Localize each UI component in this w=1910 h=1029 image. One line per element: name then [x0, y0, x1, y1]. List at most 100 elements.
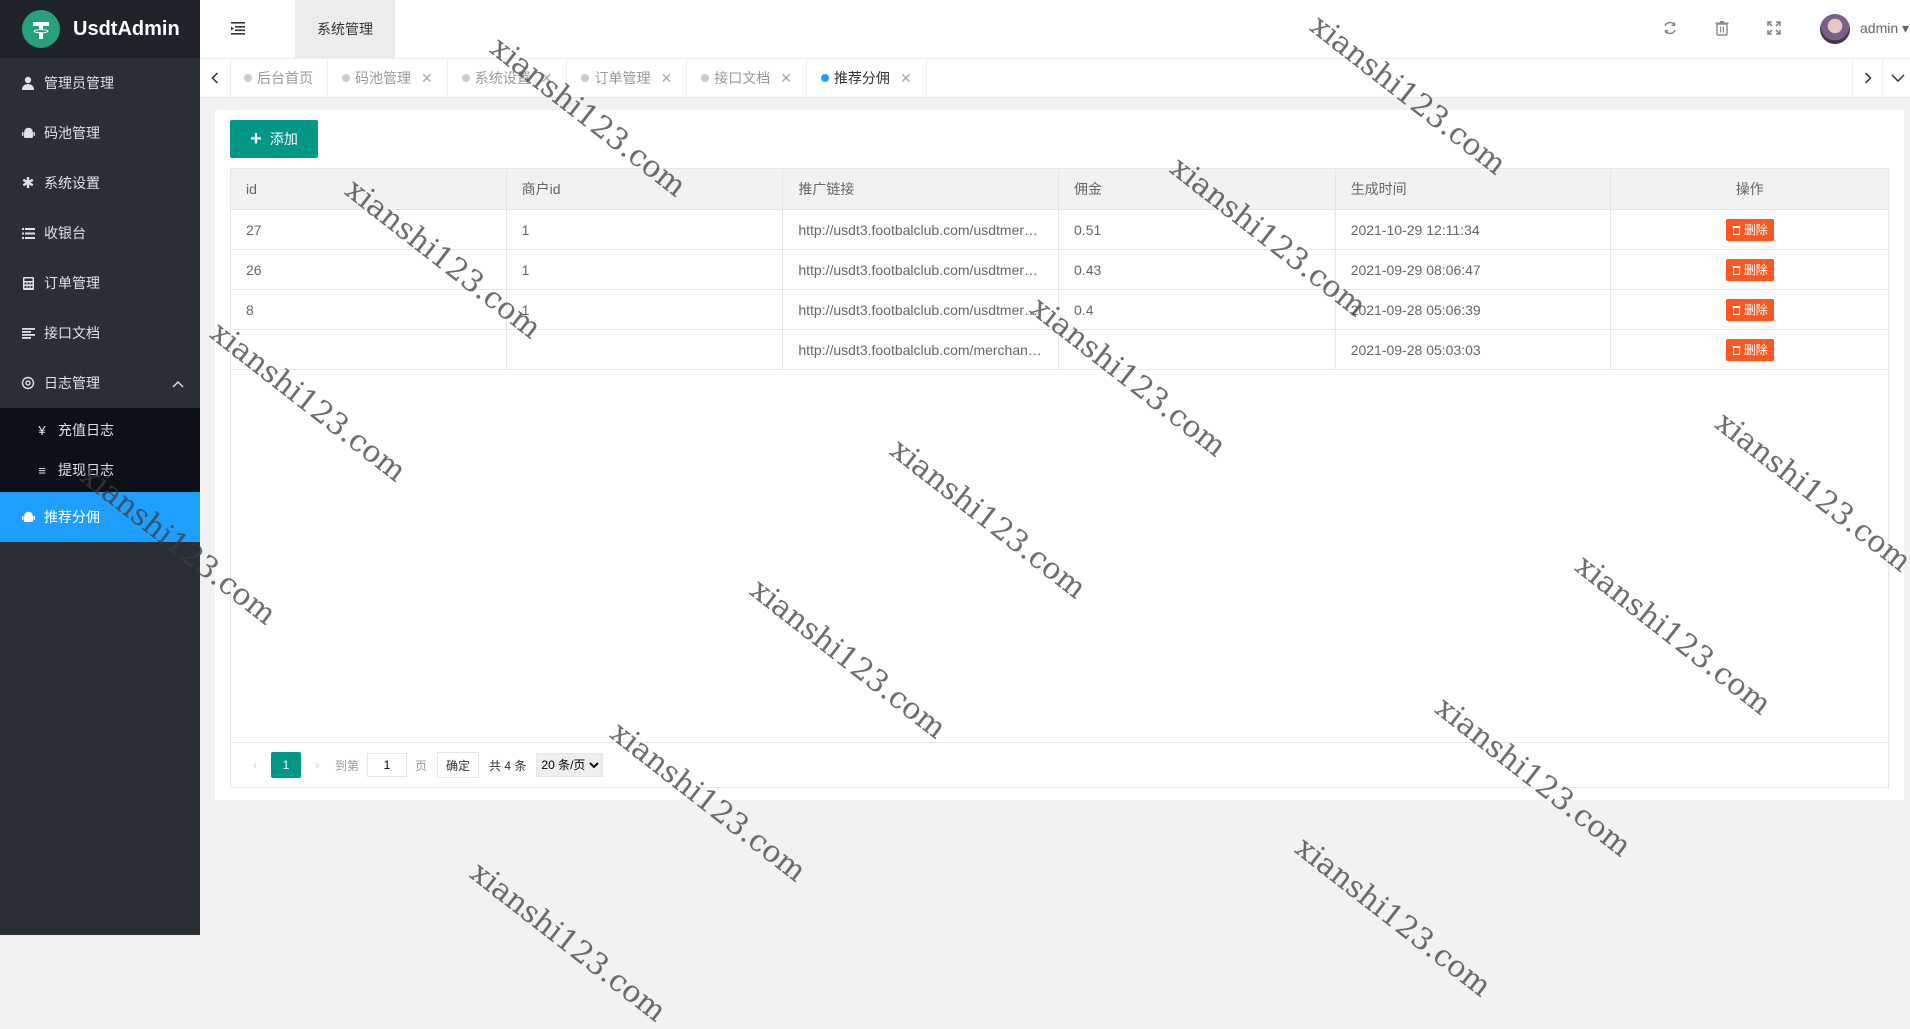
cell-link: http://usdt3.footbalclub.com/usdtmerchan…: [783, 250, 1060, 289]
watermark-text: xianshi123.com: [463, 855, 673, 1029]
cell-action: 删除: [1611, 210, 1888, 249]
sidebar-item-label: 日志管理: [44, 375, 100, 391]
table-row: 27 1 http://usdt3.footbalclub.com/usdtme…: [231, 210, 1888, 250]
column-header[interactable]: 操作: [1611, 169, 1888, 209]
tab-code-pool[interactable]: 码池管理 ✕: [328, 59, 448, 97]
close-icon[interactable]: ✕: [421, 70, 433, 87]
admin-username[interactable]: admin ▾: [1860, 20, 1909, 37]
avatar[interactable]: [1820, 14, 1850, 44]
sidebar-item-code-pool[interactable]: 码池管理: [0, 108, 200, 158]
page-size-select[interactable]: 20 条/页: [536, 753, 604, 777]
tabs-scroll-right-icon[interactable]: [1852, 59, 1883, 97]
link-text: http://usdt3.footbalclub.com/usdtmerchan…: [798, 301, 1043, 318]
tabs-menu-chevron-down-icon[interactable]: [1882, 59, 1910, 97]
delete-button[interactable]: 删除: [1725, 258, 1774, 281]
android-icon: [20, 125, 36, 141]
top-tab-system[interactable]: 系统管理: [295, 0, 395, 58]
cell-id: 26: [231, 250, 507, 289]
gear-icon: ✱: [21, 175, 35, 192]
sidebar-item-orders[interactable]: 订单管理: [0, 258, 200, 308]
sidebar-item-logs[interactable]: 日志管理: [0, 358, 200, 408]
sidebar-item-withdraw-log[interactable]: ≡ 提现日志: [0, 450, 200, 490]
close-icon[interactable]: ✕: [780, 70, 792, 87]
app-title: UsdtAdmin: [73, 17, 180, 40]
tab-home[interactable]: 后台首页: [230, 59, 328, 97]
tab-label: 订单管理: [594, 70, 651, 86]
delete-button[interactable]: 删除: [1725, 298, 1774, 321]
page-label: 页: [415, 758, 428, 773]
tab-dot: [342, 74, 350, 82]
cell-action: 删除: [1611, 330, 1888, 369]
tab-orders[interactable]: 订单管理 ✕: [567, 59, 688, 97]
tether-logo-icon: [22, 10, 60, 48]
column-header[interactable]: 生成时间: [1336, 169, 1612, 209]
delete-button[interactable]: 删除: [1725, 338, 1774, 361]
column-header[interactable]: 推广链接: [783, 169, 1060, 209]
sidebar-item-cashier[interactable]: 收银台: [0, 208, 200, 258]
refresh-icon[interactable]: [1662, 20, 1678, 36]
page-current[interactable]: 1: [271, 752, 301, 778]
sidebar-item-admin[interactable]: 管理员管理: [0, 58, 200, 108]
column-header[interactable]: id: [231, 169, 507, 209]
tab-label: 推荐分佣: [833, 70, 890, 86]
fullscreen-icon[interactable]: [1766, 20, 1782, 36]
column-header[interactable]: 佣金: [1059, 169, 1336, 209]
cell-created: 2021-09-28 05:06:39: [1336, 290, 1612, 329]
delete-label: 删除: [1743, 263, 1768, 277]
page-number-input[interactable]: [367, 753, 408, 777]
sidebar-item-label: 充值日志: [58, 422, 114, 438]
logo[interactable]: UsdtAdmin: [0, 0, 200, 58]
tab-referral-commission[interactable]: 推荐分佣 ✕: [807, 59, 927, 97]
trash-icon: [1732, 305, 1741, 315]
close-icon[interactable]: ✕: [900, 70, 912, 87]
confirm-page-button[interactable]: 确定: [437, 752, 480, 778]
tab-label: 接口文档: [714, 70, 771, 86]
column-header[interactable]: 商户id: [507, 169, 784, 209]
add-button[interactable]: + 添加: [230, 120, 318, 158]
cell-link: http://usdt3.footbalclub.com/merchant/re…: [783, 330, 1060, 369]
next-page-icon[interactable]: ›: [307, 752, 327, 778]
list-icon: ≡: [38, 462, 46, 478]
tab-settings[interactable]: 系统设置 ✕: [448, 59, 568, 97]
tab-label: 后台首页: [257, 70, 313, 86]
logs-submenu: ¥ 充值日志 ≡ 提现日志: [0, 408, 200, 492]
cell-link: http://usdt3.footbalclub.com/usdtmerchan…: [783, 290, 1060, 329]
tab-dot: [244, 74, 252, 82]
sidebar-item-api-docs[interactable]: 接口文档: [0, 308, 200, 358]
link-text: http://usdt3.footbalclub.com/usdtmerchan…: [798, 261, 1043, 278]
tab-api-docs[interactable]: 接口文档 ✕: [687, 59, 807, 97]
list-icon: [20, 225, 36, 241]
sidebar-item-label: 订单管理: [44, 275, 100, 291]
tabs-scroll-left-icon[interactable]: [200, 59, 231, 97]
goto-label: 到第: [335, 758, 360, 773]
sidebar-item-label: 推荐分佣: [44, 509, 100, 525]
cell-commission: [1059, 330, 1336, 369]
android-icon: [20, 509, 36, 525]
cell-created: 2021-09-29 08:06:47: [1336, 250, 1612, 289]
prev-page-icon[interactable]: ‹: [245, 752, 265, 778]
cell-merchant-id: 1: [507, 290, 784, 329]
sidebar-item-recharge-log[interactable]: ¥ 充值日志: [0, 410, 200, 450]
align-left-icon: [20, 325, 36, 341]
close-icon[interactable]: ✕: [660, 70, 672, 87]
sidebar-item-referral-commission[interactable]: 推荐分佣: [0, 492, 200, 542]
trash-icon[interactable]: [1714, 20, 1730, 36]
yen-icon: ¥: [38, 422, 46, 438]
cell-action: 删除: [1611, 290, 1888, 329]
close-icon[interactable]: ✕: [541, 70, 553, 87]
cell-id: [231, 330, 507, 369]
cell-action: 删除: [1611, 250, 1888, 289]
log-icon: [20, 375, 36, 391]
menu-toggle-icon[interactable]: [230, 20, 246, 36]
trash-icon: [1732, 345, 1741, 355]
cell-link: http://usdt3.footbalclub.com/usdtmerchan…: [783, 210, 1060, 249]
page-tabs: 后台首页 码池管理 ✕ 系统设置 ✕ 订单管理 ✕ 接口文档 ✕ 推荐分佣 ✕: [230, 59, 927, 97]
delete-button[interactable]: 删除: [1725, 218, 1774, 241]
sidebar-item-label: 提现日志: [58, 462, 114, 478]
cell-merchant-id: 1: [507, 250, 784, 289]
chevron-down-icon: ▾: [1902, 20, 1910, 36]
calculator-icon: [20, 275, 36, 291]
sidebar-item-settings[interactable]: ✱ 系统设置: [0, 158, 200, 208]
cell-id: 8: [231, 290, 507, 329]
watermark-text: xianshi123.com: [1288, 830, 1498, 1005]
